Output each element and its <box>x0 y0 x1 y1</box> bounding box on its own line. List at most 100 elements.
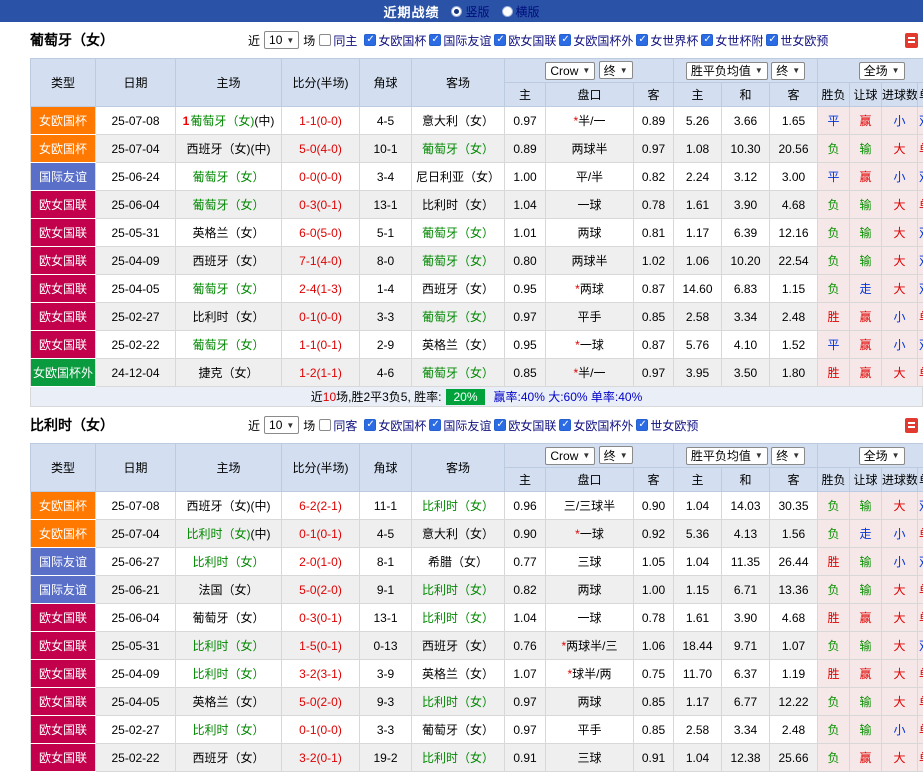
checkbox-icon <box>766 34 778 46</box>
away-team-name[interactable]: 希腊（女） <box>428 555 488 569</box>
home-team-name[interactable]: 比利时（女） <box>192 667 264 681</box>
odds-company-select[interactable]: Crow▼ <box>545 447 595 465</box>
competition-label: 世女欧预 <box>650 417 698 434</box>
handicap-result-cell: 走 <box>850 520 882 548</box>
scope-select[interactable]: 全场▼ <box>859 62 905 80</box>
section-action-icon[interactable] <box>905 418 918 433</box>
checkbox-icon <box>636 419 648 431</box>
handicap-result-cell: 输 <box>850 688 882 716</box>
odd-even-cell: 单 <box>918 520 923 548</box>
home-team-name[interactable]: 法国（女） <box>198 583 258 597</box>
same-venue-filter[interactable]: 同客 <box>319 417 357 434</box>
home-team-name[interactable]: 比利时（女） <box>192 555 264 569</box>
match-row: 国际友谊25-06-27比利时（女）2-0(1-0)8-1希腊（女）0.77三球… <box>31 548 923 576</box>
home-team-name[interactable]: 比利时（女） <box>192 723 264 737</box>
match-count-select[interactable]: 10 ▼ <box>264 31 299 49</box>
layout-radio-vertical[interactable]: 竖版 <box>451 3 489 20</box>
europe-odds-select[interactable]: 胜平负均值▼ <box>686 62 768 80</box>
away-team-name[interactable]: 意大利（女） <box>422 527 494 541</box>
handicap-home-odds-cell: 0.77 <box>505 548 546 576</box>
handicap-result-cell: 输 <box>850 247 882 275</box>
europe-odds-select[interactable]: 胜平负均值▼ <box>686 447 768 465</box>
home-team-name[interactable]: 比利时（女) <box>187 527 251 541</box>
odds-company-select[interactable]: Crow▼ <box>545 62 595 80</box>
away-team-name[interactable]: 比利时（女） <box>422 198 494 212</box>
handicap-line-cell: 两球 <box>546 219 634 247</box>
away-team-name[interactable]: 比利时（女） <box>422 611 494 625</box>
home-team-name[interactable]: 葡萄牙（女） <box>192 338 264 352</box>
europe-final-select[interactable]: 终▼ <box>771 447 805 465</box>
competition-filter[interactable]: 女欧国杯 <box>364 32 426 49</box>
competition-filter[interactable]: 女世界杯 <box>636 32 698 49</box>
away-team-name[interactable]: 葡萄牙（女） <box>422 226 494 240</box>
match-count-select[interactable]: 10 ▼ <box>264 416 299 434</box>
away-team-name[interactable]: 比利时（女） <box>422 695 494 709</box>
odds-final-select[interactable]: 终▼ <box>599 61 633 79</box>
draw-odds-cell: 3.12 <box>722 163 770 191</box>
competition-filter[interactable]: 女世杯附 <box>701 32 763 49</box>
corner-cell: 19-2 <box>360 744 412 772</box>
home-team-cell: 比利时（女） <box>176 716 282 744</box>
away-team-name[interactable]: 葡萄牙（女） <box>422 310 494 324</box>
layout-radio-horizontal[interactable]: 横版 <box>502 3 540 20</box>
competition-filter[interactable]: 世女欧预 <box>766 32 828 49</box>
away-team-name[interactable]: 葡萄牙（女） <box>422 254 494 268</box>
competition-filter[interactable]: 女欧国杯外 <box>559 417 633 434</box>
competition-filter[interactable]: 欧女国联 <box>494 32 556 49</box>
competition-filter[interactable]: 国际友谊 <box>429 417 491 434</box>
home-team-name[interactable]: 西班牙（女) <box>187 142 251 156</box>
section-action-icon[interactable] <box>905 33 918 48</box>
result-cell: 负 <box>818 716 850 744</box>
draw-odds-cell: 6.39 <box>722 219 770 247</box>
result-cell: 负 <box>818 744 850 772</box>
away-team-name[interactable]: 意大利（女） <box>422 114 494 128</box>
competition-filter[interactable]: 女欧国杯 <box>364 417 426 434</box>
away-team-cell: 葡萄牙（女） <box>412 716 505 744</box>
same-venue-filter[interactable]: 同主 <box>319 32 357 49</box>
draw-odds-cell: 3.50 <box>722 359 770 387</box>
home-team-name[interactable]: 葡萄牙（女） <box>192 170 264 184</box>
home-team-name[interactable]: 英格兰（女） <box>192 695 264 709</box>
home-team-name[interactable]: 葡萄牙（女） <box>192 282 264 296</box>
scope-select[interactable]: 全场▼ <box>859 447 905 465</box>
away-team-name[interactable]: 英格兰（女） <box>422 338 494 352</box>
score-cell: 7-1(4-0) <box>282 247 360 275</box>
away-team-name[interactable]: 比利时（女） <box>422 499 494 513</box>
date-cell: 25-05-31 <box>96 632 176 660</box>
home-team-name[interactable]: 西班牙（女) <box>187 499 251 513</box>
home-team-name[interactable]: 葡萄牙（女） <box>192 611 264 625</box>
result-cell: 负 <box>818 520 850 548</box>
home-team-name[interactable]: 葡萄牙（女） <box>192 198 264 212</box>
home-team-name[interactable]: 比利时（女） <box>192 310 264 324</box>
away-team-name[interactable]: 西班牙（女） <box>422 639 494 653</box>
competition-filter[interactable]: 女欧国杯外 <box>559 32 633 49</box>
away-team-name[interactable]: 西班牙（女） <box>422 282 494 296</box>
match-row: 女欧国杯外24-12-04捷克（女）1-2(1-1)4-6葡萄牙（女）0.85*… <box>31 359 923 387</box>
home-team-name[interactable]: 西班牙（女） <box>192 751 264 765</box>
away-team-name[interactable]: 英格兰（女） <box>422 667 494 681</box>
draw-odds-cell: 6.77 <box>722 688 770 716</box>
europe-final-select[interactable]: 终▼ <box>771 62 805 80</box>
home-team-name[interactable]: 英格兰（女） <box>192 226 264 240</box>
col-header-corner: 角球 <box>360 59 412 107</box>
goals-result-cell: 大 <box>882 135 918 163</box>
odd-even-cell: 单 <box>918 135 923 163</box>
checkbox-icon <box>494 419 506 431</box>
away-team-name[interactable]: 葡萄牙（女） <box>422 366 494 380</box>
competition-filter[interactable]: 国际友谊 <box>429 32 491 49</box>
away-team-name[interactable]: 葡萄牙（女） <box>422 142 494 156</box>
home-team-name[interactable]: 葡萄牙（女) <box>190 114 254 128</box>
home-team-name[interactable]: 比利时（女） <box>192 639 264 653</box>
competition-filter[interactable]: 世女欧预 <box>636 417 698 434</box>
date-cell: 25-04-09 <box>96 247 176 275</box>
odds-final-select[interactable]: 终▼ <box>599 446 633 464</box>
home-team-name[interactable]: 西班牙（女） <box>192 254 264 268</box>
away-team-name[interactable]: 葡萄牙（女） <box>422 723 494 737</box>
handicap-result-cell: 赢 <box>850 163 882 191</box>
away-team-name[interactable]: 尼日利亚（女） <box>416 170 500 184</box>
home-team-name[interactable]: 捷克（女） <box>198 366 258 380</box>
corner-cell: 3-9 <box>360 660 412 688</box>
away-team-name[interactable]: 比利时（女） <box>422 751 494 765</box>
competition-filter[interactable]: 欧女国联 <box>494 417 556 434</box>
away-team-name[interactable]: 比利时（女） <box>422 583 494 597</box>
